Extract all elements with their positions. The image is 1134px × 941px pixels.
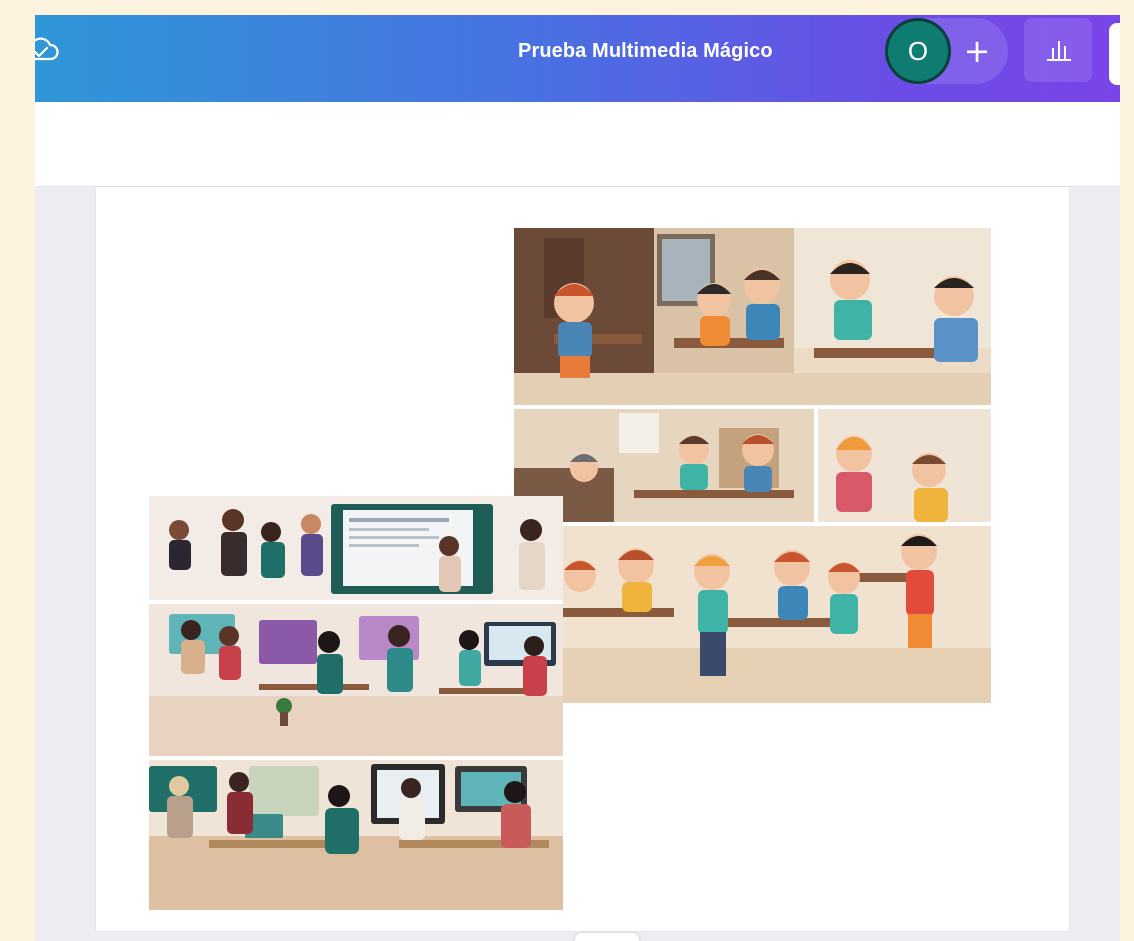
document-title[interactable]: Prueba Multimedia Mágico — [518, 40, 773, 63]
cloud-check-icon[interactable] — [35, 33, 61, 65]
children-classroom-image[interactable] — [514, 228, 991, 703]
share-button[interactable] — [1109, 23, 1120, 85]
teachers-meeting-illustration — [149, 496, 563, 910]
top-bar: Prueba Multimedia Mágico O + — [35, 15, 1120, 102]
user-avatar[interactable]: O — [885, 18, 951, 84]
add-collaborator-button[interactable]: + — [947, 18, 1007, 84]
editor-window: Prueba Multimedia Mágico O + — [35, 15, 1120, 941]
toolbar-area — [35, 102, 1120, 187]
plus-icon: + — [963, 32, 991, 70]
collaborators-group: O + — [885, 18, 1008, 84]
children-classroom-illustration — [514, 228, 991, 703]
page-scroll-handle[interactable] — [575, 933, 639, 941]
insights-button[interactable] — [1024, 18, 1092, 82]
bar-chart-icon — [1047, 41, 1071, 61]
design-page[interactable] — [96, 187, 1069, 931]
teachers-meeting-image[interactable] — [149, 496, 563, 910]
